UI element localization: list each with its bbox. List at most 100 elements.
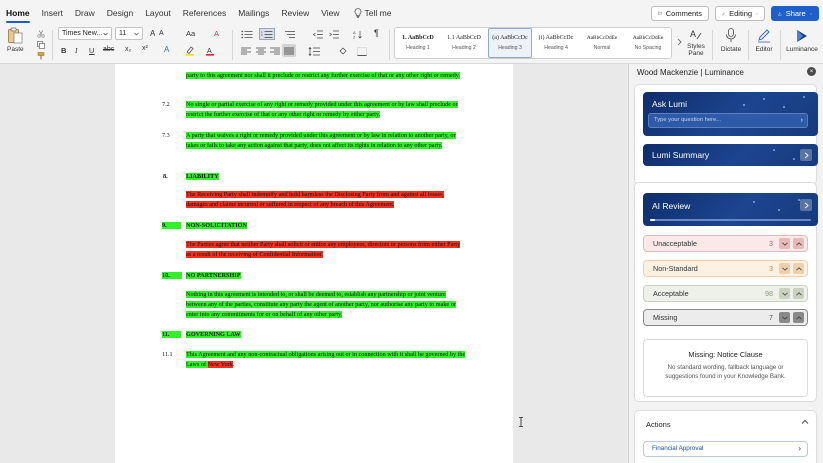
align-right-icon[interactable] — [269, 46, 281, 56]
tell-me-label: Tell me — [364, 8, 392, 18]
show-formatting-icon[interactable]: ¶ — [374, 28, 379, 38]
chevron-up-icon[interactable] — [793, 312, 804, 323]
comments-button[interactable]: Comments — [651, 6, 709, 21]
chevron-right-icon[interactable] — [800, 199, 812, 211]
paragraph-8[interactable]: The Receiving Party shall indemnify and … — [186, 190, 466, 210]
italic-icon[interactable]: I — [75, 46, 78, 55]
style-heading-3[interactable]: (a) AaBbCcDc Heading 3 — [488, 28, 533, 58]
line-spacing-icon[interactable] — [307, 46, 321, 56]
justify-icon[interactable] — [282, 44, 296, 57]
chevron-up-icon[interactable] — [793, 263, 804, 274]
subscript-icon[interactable]: x₂ — [125, 46, 131, 53]
status-row-missing[interactable]: Missing 7 — [643, 309, 808, 326]
styles-pane-button[interactable]: A Styles Pane — [684, 28, 708, 57]
chevron-down-icon[interactable] — [779, 263, 790, 274]
close-icon[interactable]: × — [807, 67, 816, 76]
chevron-right-icon[interactable]: › — [801, 114, 803, 127]
font-size-select[interactable]: 11 — [115, 27, 143, 40]
tab-home[interactable]: Home — [6, 0, 30, 26]
tab-references[interactable]: References — [183, 0, 226, 26]
shading-icon[interactable] — [337, 46, 349, 56]
status-label: Acceptable — [653, 289, 689, 298]
tab-review[interactable]: Review — [281, 0, 309, 26]
paste-button[interactable]: Paste — [7, 27, 24, 53]
tab-view[interactable]: View — [321, 0, 339, 26]
status-row-non-standard[interactable]: Non-Standard 3 — [643, 260, 808, 277]
chevron-down-icon[interactable] — [779, 288, 790, 299]
chevron-down-icon[interactable] — [779, 238, 790, 249]
status-row-unacceptable[interactable]: Unacceptable 3 — [643, 235, 808, 252]
editing-mode-button[interactable]: Editing — [715, 6, 765, 21]
style-heading-4[interactable]: (i) AaBbCcDc Heading 4 — [534, 28, 578, 58]
chevron-down-icon[interactable] — [779, 312, 790, 323]
tab-draw[interactable]: Draw — [75, 0, 95, 26]
underline-icon[interactable]: U — [89, 46, 94, 55]
section-heading-no-partnership[interactable]: NO PARTNERSHIP — [186, 272, 241, 279]
sort-icon[interactable]: AZ — [352, 29, 364, 39]
tab-design[interactable]: Design — [107, 0, 133, 26]
style-normal[interactable]: AaBbCcDdEe Normal — [580, 28, 624, 58]
svg-text:A: A — [690, 29, 696, 39]
align-left-icon[interactable] — [240, 46, 252, 56]
text-effects-icon[interactable]: A — [164, 45, 169, 54]
grow-font-icon[interactable]: A — [150, 29, 155, 38]
bullets-icon[interactable] — [240, 29, 254, 39]
lightbulb-icon — [354, 8, 361, 18]
tab-mailings[interactable]: Mailings — [238, 0, 269, 26]
paragraph-9[interactable]: The Parties agree that neither Party sha… — [186, 240, 466, 260]
status-row-acceptable[interactable]: Acceptable 98 — [643, 285, 808, 302]
decrease-indent-icon[interactable] — [312, 29, 324, 39]
format-painter-icon[interactable] — [36, 51, 45, 60]
tell-me-search[interactable]: Tell me — [354, 8, 392, 18]
paragraph-11-1[interactable]: This Agreement and any non-contractual o… — [186, 350, 466, 370]
increase-indent-icon[interactable] — [328, 29, 340, 39]
chevron-up-icon[interactable] — [793, 288, 804, 299]
section-heading-non-solicitation[interactable]: NON-SOLICITATION — [186, 222, 247, 229]
cut-icon[interactable] — [36, 29, 45, 38]
chevron-right-icon[interactable] — [800, 149, 812, 161]
superscript-icon[interactable]: x² — [142, 45, 148, 52]
style-heading-2[interactable]: 1.1 AaBbCcD Heading 2 — [442, 28, 486, 58]
font-name-select[interactable]: Times New... — [58, 27, 112, 40]
style-sample: AaBbCcDdEe — [586, 35, 618, 41]
chevron-up-icon[interactable] — [801, 419, 809, 425]
numbering-icon[interactable]: 12 — [259, 28, 275, 40]
document-page[interactable] — [115, 64, 513, 463]
editor-label: Editor — [755, 46, 773, 53]
change-case-icon[interactable]: Aa — [186, 29, 195, 38]
tab-insert[interactable]: Insert — [42, 0, 63, 26]
strikethrough-icon[interactable]: abc — [103, 46, 114, 53]
paragraph-7-3[interactable]: A party that waives a right or remedy pr… — [186, 131, 466, 151]
style-heading-1[interactable]: 1. AaBbCcD Heading 1 — [396, 28, 440, 58]
shrink-font-icon[interactable]: A — [159, 30, 164, 37]
paragraph-7-1-continued[interactable]: party to this agreement nor shall it pre… — [186, 71, 466, 81]
align-center-icon[interactable] — [255, 46, 267, 56]
ai-review-section[interactable]: AI Review — [643, 193, 818, 226]
highlighted-text: The Parties agree that neither Party sha… — [186, 241, 461, 258]
action-financial-approval[interactable]: Financial Approval › — [643, 441, 808, 457]
paragraph-7-2[interactable]: No single or partial exercise of any rig… — [186, 100, 466, 120]
copy-icon[interactable] — [36, 40, 45, 49]
section-heading-liability[interactable]: LIABILITY — [186, 173, 219, 180]
paragraph-10[interactable]: Nothing in this agreement is intended to… — [186, 290, 466, 320]
highlight-color-icon[interactable] — [184, 45, 196, 56]
font-color-icon[interactable]: A — [204, 45, 216, 56]
bold-icon[interactable]: B — [61, 46, 66, 55]
dictate-button[interactable]: Dictate — [719, 28, 743, 53]
lumi-summary-button[interactable]: Lumi Summary — [643, 144, 818, 166]
style-sample: (a) AaBbCcDc — [492, 35, 528, 41]
tab-layout[interactable]: Layout — [145, 0, 171, 26]
multilevel-list-icon[interactable] — [283, 29, 297, 39]
ask-lumi-card: Ask Lumi Type your question here... › Lu… — [634, 84, 818, 185]
style-no-spacing[interactable]: AaBbCcDdEe No Spacing — [626, 28, 670, 58]
chevron-right-icon[interactable] — [676, 36, 682, 48]
document-area — [0, 64, 628, 463]
borders-icon[interactable] — [356, 46, 368, 56]
clear-formatting-icon[interactable]: A — [214, 29, 219, 38]
share-button[interactable]: Share — [771, 6, 819, 21]
chevron-up-icon[interactable] — [793, 238, 804, 249]
section-heading-governing-law[interactable]: GOVERNING LAW — [186, 331, 241, 338]
editor-button[interactable]: Editor — [753, 28, 775, 53]
luminance-button[interactable]: Luminance — [785, 28, 819, 53]
ask-lumi-input[interactable]: Type your question here... › — [648, 113, 808, 128]
